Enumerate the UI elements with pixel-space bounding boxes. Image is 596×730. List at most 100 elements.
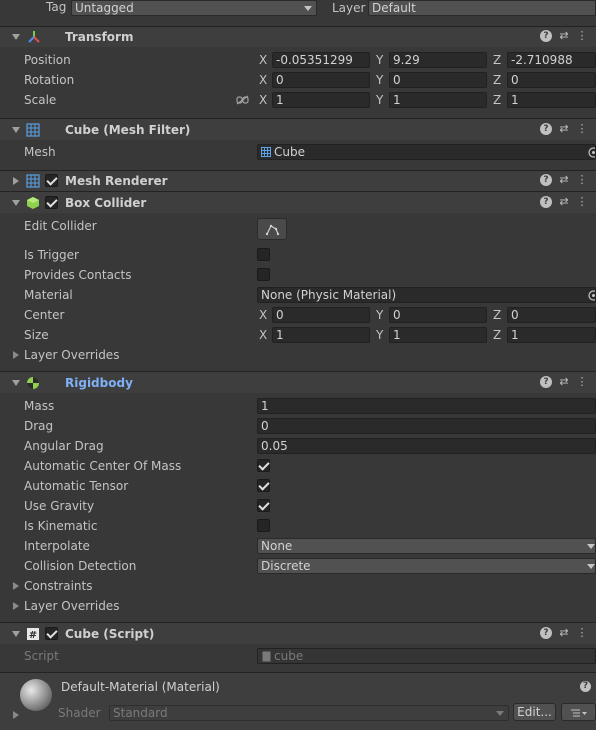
more-options-icon[interactable]: ⋮ bbox=[576, 626, 588, 639]
rigidbody-layer-overrides-foldout[interactable]: Layer Overrides bbox=[24, 599, 119, 613]
center-z-field[interactable]: 0 bbox=[507, 307, 596, 323]
layer-dropdown[interactable]: Default bbox=[368, 0, 596, 16]
more-options-icon[interactable]: ⋮ bbox=[576, 174, 588, 186]
foldout-arrow-icon[interactable] bbox=[13, 711, 19, 719]
rotation-z-field[interactable]: 0 bbox=[507, 72, 596, 88]
edit-collider-button[interactable] bbox=[257, 218, 287, 240]
script-enabled-checkbox[interactable] bbox=[45, 627, 58, 640]
interpolate-dropdown[interactable]: None bbox=[257, 538, 596, 554]
center-y-field[interactable]: 0 bbox=[389, 307, 487, 323]
foldout-arrow-icon[interactable] bbox=[12, 379, 20, 386]
box-collider-enabled-checkbox[interactable] bbox=[45, 196, 58, 209]
is-trigger-checkbox[interactable] bbox=[257, 248, 270, 261]
presets-icon[interactable]: ⇄ bbox=[558, 122, 570, 135]
component-buttons: ? ⇄ ⋮ bbox=[540, 174, 596, 188]
edit-collider-label: Edit Collider bbox=[24, 219, 97, 233]
foldout-arrow-icon[interactable] bbox=[13, 351, 19, 359]
help-icon[interactable]: ? bbox=[540, 122, 552, 135]
script-title: Cube (Script) bbox=[65, 626, 155, 641]
script-icon: # bbox=[27, 627, 39, 641]
shader-dropdown[interactable]: Standard bbox=[109, 705, 509, 721]
mesh-icon bbox=[261, 147, 271, 157]
help-icon[interactable]: ? bbox=[540, 626, 552, 639]
more-options-icon[interactable]: ⋮ bbox=[576, 122, 588, 135]
mesh-object-field[interactable]: Cube bbox=[257, 144, 596, 160]
scale-y-field[interactable]: 1 bbox=[389, 92, 487, 108]
rigidbody-header[interactable]: Rigidbody ? ⇄ ⋮ bbox=[0, 371, 596, 393]
help-icon[interactable]: ? bbox=[580, 681, 591, 692]
help-icon[interactable]: ? bbox=[540, 375, 552, 388]
use-gravity-checkbox[interactable] bbox=[257, 499, 270, 512]
size-y-field[interactable]: 1 bbox=[389, 327, 487, 343]
script-object-field: cube bbox=[257, 648, 596, 664]
rotation-label: Rotation bbox=[24, 73, 75, 87]
tag-dropdown[interactable]: Untagged bbox=[71, 0, 317, 16]
edit-shader-button[interactable]: Edit... bbox=[513, 703, 556, 721]
presets-icon[interactable]: ⇄ bbox=[558, 375, 570, 388]
is-kinematic-checkbox[interactable] bbox=[257, 519, 270, 532]
mesh-renderer-title: Mesh Renderer bbox=[65, 174, 168, 188]
help-icon[interactable]: ? bbox=[540, 30, 552, 42]
scale-x-field[interactable]: 1 bbox=[272, 92, 370, 108]
more-options-icon[interactable]: ⋮ bbox=[576, 195, 588, 208]
mass-field[interactable]: 1 bbox=[257, 398, 596, 414]
scale-y-axis: Y bbox=[376, 93, 384, 107]
tag-layer-row: Tag Untagged Layer Default bbox=[0, 0, 596, 18]
size-z-field[interactable]: 1 bbox=[507, 327, 596, 343]
presets-icon[interactable]: ⇄ bbox=[558, 195, 570, 208]
foldout-arrow-icon[interactable] bbox=[12, 34, 20, 40]
tag-value: Untagged bbox=[75, 1, 134, 15]
help-icon[interactable]: ? bbox=[540, 195, 552, 208]
position-y-field[interactable]: 9.29 bbox=[389, 52, 487, 68]
angular-drag-field[interactable]: 0.05 bbox=[257, 438, 596, 454]
shader-options-button[interactable] bbox=[561, 703, 596, 721]
foldout-arrow-icon[interactable] bbox=[13, 582, 19, 590]
chevron-down-icon bbox=[496, 711, 504, 716]
collision-detection-dropdown[interactable]: Discrete bbox=[257, 558, 596, 574]
component-buttons: ? ⇄ ⋮ bbox=[540, 626, 596, 641]
box-collider-header[interactable]: Box Collider ? ⇄ ⋮ bbox=[0, 191, 596, 213]
more-options-icon[interactable]: ⋮ bbox=[576, 30, 588, 42]
physic-material-value: None (Physic Material) bbox=[261, 288, 397, 302]
link-icon[interactable] bbox=[236, 95, 249, 105]
position-x-field[interactable]: -0.05351299 bbox=[272, 52, 370, 68]
physic-material-field[interactable]: None (Physic Material) bbox=[257, 287, 596, 303]
scale-z-field[interactable]: 1 bbox=[507, 92, 596, 108]
size-y-axis: Y bbox=[376, 328, 384, 342]
presets-icon[interactable]: ⇄ bbox=[558, 626, 570, 639]
position-y-axis: Y bbox=[376, 53, 384, 67]
foldout-arrow-icon[interactable] bbox=[12, 630, 20, 637]
transform-title: Transform bbox=[65, 30, 134, 44]
foldout-arrow-icon[interactable] bbox=[12, 126, 20, 133]
object-picker-icon[interactable] bbox=[588, 290, 596, 301]
help-icon[interactable]: ? bbox=[540, 174, 552, 186]
drag-label: Drag bbox=[24, 419, 54, 433]
size-label: Size bbox=[24, 328, 49, 342]
foldout-arrow-icon[interactable] bbox=[13, 602, 19, 610]
center-x-field[interactable]: 0 bbox=[272, 307, 370, 323]
chevron-down-icon bbox=[587, 564, 595, 569]
rotation-y-field[interactable]: 0 bbox=[389, 72, 487, 88]
drag-field[interactable]: 0 bbox=[257, 418, 596, 434]
more-options-icon[interactable]: ⋮ bbox=[576, 375, 588, 388]
transform-header[interactable]: Transform ? ⇄ ⋮ bbox=[0, 26, 596, 47]
rotation-x-field[interactable]: 0 bbox=[272, 72, 370, 88]
object-picker-icon[interactable] bbox=[588, 147, 596, 158]
size-x-field[interactable]: 1 bbox=[272, 327, 370, 343]
collider-layer-overrides-foldout[interactable]: Layer Overrides bbox=[24, 348, 119, 362]
foldout-arrow-icon[interactable] bbox=[13, 177, 19, 185]
script-header[interactable]: # Cube (Script) ? ⇄ ⋮ bbox=[0, 622, 596, 644]
foldout-arrow-icon[interactable] bbox=[12, 199, 20, 206]
position-z-field[interactable]: -2.710988 bbox=[507, 52, 596, 68]
rigidbody-icon bbox=[27, 376, 39, 389]
mesh-filter-header[interactable]: Cube (Mesh Filter) ? ⇄ ⋮ bbox=[0, 118, 596, 140]
presets-icon[interactable]: ⇄ bbox=[558, 30, 570, 42]
auto-tensor-checkbox[interactable] bbox=[257, 479, 270, 492]
constraints-foldout[interactable]: Constraints bbox=[24, 579, 92, 593]
mesh-renderer-header[interactable]: Mesh Renderer ? ⇄ ⋮ bbox=[0, 170, 596, 191]
presets-icon[interactable]: ⇄ bbox=[558, 174, 570, 186]
provides-contacts-checkbox[interactable] bbox=[257, 268, 270, 281]
mesh-renderer-enabled-checkbox[interactable] bbox=[45, 174, 58, 187]
auto-center-of-mass-checkbox[interactable] bbox=[257, 459, 270, 472]
rotation-z-axis: Z bbox=[493, 73, 502, 87]
